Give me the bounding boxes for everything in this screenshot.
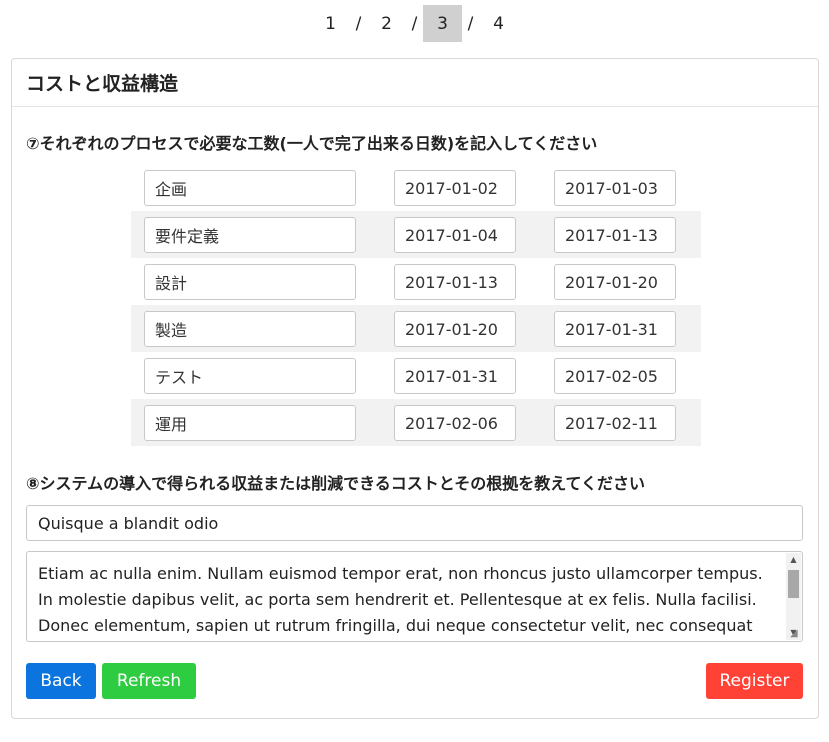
page-separator: / [411, 13, 418, 34]
back-button[interactable]: Back [26, 663, 96, 699]
textarea-content: Etiam ac nulla enim. Nullam euismod temp… [38, 564, 763, 635]
page-separator: / [467, 13, 474, 34]
page-link-4[interactable]: 4 [479, 5, 518, 42]
cost-revenue-card: コストと収益構造 ⑦それぞれのプロセスで必要な工数(一人で完了出来る日数)を記入… [11, 58, 819, 719]
section-title: コストと収益構造 [12, 59, 818, 107]
revenue-detail-textarea[interactable]: Etiam ac nulla enim. Nullam euismod temp… [26, 551, 803, 642]
process-name-input[interactable]: 製造 [144, 311, 356, 347]
process-table: 企画 2017-01-02 2017-01-03 要件定義 2017-01-04… [131, 164, 701, 446]
end-date-input[interactable]: 2017-01-13 [554, 217, 676, 253]
scrollbar-thumb[interactable] [788, 570, 799, 598]
start-date-input[interactable]: 2017-01-02 [394, 170, 516, 206]
scroll-up-icon[interactable]: ▲ [786, 553, 801, 567]
start-date-input[interactable]: 2017-02-06 [394, 405, 516, 441]
process-row: 運用 2017-02-06 2017-02-11 [131, 399, 701, 446]
resize-grip-icon[interactable]: ◢ [790, 629, 800, 639]
refresh-button[interactable]: Refresh [102, 663, 196, 699]
end-date-input[interactable]: 2017-02-05 [554, 358, 676, 394]
process-row: 製造 2017-01-20 2017-01-31 [131, 305, 701, 352]
page-link-1[interactable]: 1 [311, 5, 350, 42]
page-separator: / [355, 13, 362, 34]
process-row: テスト 2017-01-31 2017-02-05 [131, 352, 701, 399]
page-link-2[interactable]: 2 [367, 5, 406, 42]
textarea-scrollbar[interactable]: ▲ ▼ [786, 553, 801, 640]
process-row: 要件定義 2017-01-04 2017-01-13 [131, 211, 701, 258]
end-date-input[interactable]: 2017-01-03 [554, 170, 676, 206]
end-date-input[interactable]: 2017-01-31 [554, 311, 676, 347]
question-8-label: ⑧システムの導入で得られる収益または削減できるコストとその根拠を教えてください [26, 474, 645, 493]
pagination: 1 / 2 / 3 / 4 [0, 5, 829, 42]
question-7-label: ⑦それぞれのプロセスで必要な工数(一人で完了出来る日数)を記入してください [26, 134, 598, 153]
process-name-input[interactable]: 要件定義 [144, 217, 356, 253]
end-date-input[interactable]: 2017-02-11 [554, 405, 676, 441]
process-row: 企画 2017-01-02 2017-01-03 [131, 164, 701, 211]
process-name-input[interactable]: テスト [144, 358, 356, 394]
page-link-3-current[interactable]: 3 [423, 5, 462, 42]
process-name-input[interactable]: 設計 [144, 264, 356, 300]
end-date-input[interactable]: 2017-01-20 [554, 264, 676, 300]
start-date-input[interactable]: 2017-01-20 [394, 311, 516, 347]
register-button[interactable]: Register [706, 663, 803, 699]
start-date-input[interactable]: 2017-01-13 [394, 264, 516, 300]
start-date-input[interactable]: 2017-01-31 [394, 358, 516, 394]
process-name-input[interactable]: 企画 [144, 170, 356, 206]
process-row: 設計 2017-01-13 2017-01-20 [131, 258, 701, 305]
process-name-input[interactable]: 運用 [144, 405, 356, 441]
start-date-input[interactable]: 2017-01-04 [394, 217, 516, 253]
revenue-title-input[interactable]: Quisque a blandit odio [26, 505, 803, 541]
